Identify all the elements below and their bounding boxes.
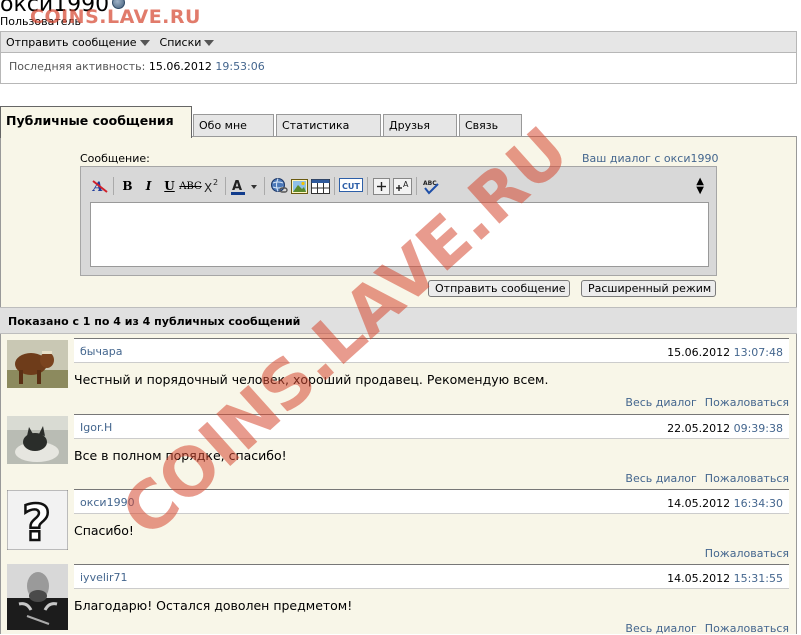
message-author-link[interactable]: Igor.H: [80, 421, 112, 434]
toolbar-separator: [225, 177, 226, 195]
toolbar-separator: [264, 177, 265, 195]
message-date: 14.05.2012: [667, 497, 731, 510]
message-header: бычара 15.06.2012 13:07:48: [74, 338, 789, 363]
report-link[interactable]: Пожаловаться: [705, 472, 789, 485]
submit-message-button[interactable]: Отправить сообщение: [428, 280, 570, 297]
strikethrough-icon[interactable]: ABC: [179, 176, 201, 197]
message-item: ? окси1990 14.05.2012 16:34:30 Спасибо! …: [0, 489, 797, 565]
cut-tag-icon[interactable]: CUT: [338, 176, 364, 197]
toolbar-separator: [416, 177, 417, 195]
online-status-icon: [112, 0, 126, 9]
message-header: окси1990 14.05.2012 16:34:30: [74, 489, 789, 514]
cat-avatar[interactable]: [7, 416, 68, 464]
message-header: Igor.H 22.05.2012 09:39:38: [74, 414, 789, 439]
dialog-link[interactable]: Ваш диалог с окси1990: [582, 152, 719, 165]
message-text: Спасибо!: [74, 523, 134, 538]
message-actions: Весь диалог Пожаловаться: [617, 622, 789, 635]
insert-table-icon[interactable]: [310, 176, 331, 197]
svg-text:2: 2: [213, 178, 218, 187]
message-date: 15.06.2012: [667, 346, 731, 359]
svg-text:A: A: [403, 180, 409, 189]
activity-box: Последняя активность: 15.06.2012 19:53:0…: [0, 53, 797, 84]
portrait-avatar[interactable]: [7, 564, 68, 630]
question-mark-avatar[interactable]: ?: [7, 490, 68, 550]
chevron-down-icon: [139, 39, 150, 46]
tab-friends[interactable]: Друзья: [383, 114, 457, 136]
message-textarea[interactable]: [90, 202, 709, 267]
message-item: бычара 15.06.2012 13:07:48 Честный и пор…: [0, 338, 797, 414]
message-item: Igor.H 22.05.2012 09:39:38 Все в полном …: [0, 414, 797, 490]
underline-icon[interactable]: U: [159, 176, 180, 197]
text-color-icon[interactable]: A: [229, 176, 261, 197]
message-date: 14.05.2012: [667, 572, 731, 585]
user-title: Пользователь: [0, 15, 82, 28]
profile-toolbar: Отправить сообщение Списки: [0, 31, 797, 53]
message-time: 09:39:38: [733, 422, 783, 435]
full-dialog-link[interactable]: Весь диалог: [625, 472, 696, 485]
message-actions: Весь диалог Пожаловаться: [617, 396, 789, 409]
bull-avatar[interactable]: [7, 340, 68, 388]
tab-public-messages[interactable]: Публичные сообщения: [0, 106, 192, 138]
message-header: iyvelir71 14.05.2012 15:31:55: [74, 564, 789, 589]
full-dialog-link[interactable]: Весь диалог: [625, 622, 696, 635]
message-time: 15:31:55: [733, 572, 783, 585]
message-author-link[interactable]: бычара: [80, 345, 122, 358]
message-label: Сообщение:: [80, 152, 150, 165]
report-link[interactable]: Пожаловаться: [705, 547, 789, 560]
svg-text:A: A: [232, 179, 242, 194]
insert-link-icon[interactable]: [268, 176, 289, 197]
editor-toolbar: A B I U ABC X2 A CUT A ABC: [89, 175, 441, 197]
message-time: 13:07:48: [733, 346, 783, 359]
send-message-label: Отправить сообщение: [6, 35, 137, 49]
send-message-menu[interactable]: Отправить сообщение: [6, 36, 150, 49]
message-item: iyvelir71 14.05.2012 15:31:55 Благодарю!…: [0, 564, 797, 635]
message-datetime: 15.06.2012 13:07:48: [667, 346, 783, 359]
tab-statistics[interactable]: Статистика: [276, 114, 381, 136]
message-editor: A B I U ABC X2 A CUT A ABC ▲ ▼: [80, 166, 717, 276]
last-activity-date: 15.06.2012: [148, 60, 212, 73]
messages-summary: Показано с 1 по 4 из 4 публичных сообщен…: [0, 307, 797, 334]
report-link[interactable]: Пожаловаться: [705, 396, 789, 409]
message-actions: Весь диалог Пожаловаться: [617, 472, 789, 485]
message-author-link[interactable]: окси1990: [80, 496, 135, 509]
message-datetime: 14.05.2012 16:34:30: [667, 497, 783, 510]
message-author-link[interactable]: iyvelir71: [80, 571, 127, 584]
remove-format-icon[interactable]: A: [89, 176, 110, 197]
svg-text:?: ?: [22, 494, 51, 550]
message-text: Все в полном порядке, спасибо!: [74, 448, 287, 463]
report-link[interactable]: Пожаловаться: [705, 622, 789, 635]
message-text: Честный и порядочный человек, хороший пр…: [74, 372, 549, 387]
full-dialog-link[interactable]: Весь диалог: [625, 396, 696, 409]
message-datetime: 14.05.2012 15:31:55: [667, 572, 783, 585]
insert-image-icon[interactable]: [289, 176, 310, 197]
bold-icon[interactable]: B: [117, 176, 138, 197]
svg-text:CUT: CUT: [342, 182, 360, 191]
message-text: Благодарю! Остался доволен предметом!: [74, 598, 353, 613]
lists-menu[interactable]: Списки: [160, 36, 215, 49]
message-time: 16:34:30: [733, 497, 783, 510]
italic-icon[interactable]: I: [138, 176, 159, 197]
message-actions: Пожаловаться: [697, 547, 789, 560]
tab-contact[interactable]: Связь: [459, 114, 522, 136]
lists-label: Списки: [159, 35, 202, 49]
toolbar-separator: [113, 177, 114, 195]
advanced-mode-button[interactable]: Расширенный режим: [581, 280, 716, 297]
toolbar-separator: [334, 177, 335, 195]
svg-text:X: X: [204, 181, 212, 194]
spellcheck-icon[interactable]: ABC: [420, 176, 441, 197]
profile-tabs: Публичные сообщения Обо мне Статистика Д…: [0, 106, 797, 138]
chevron-down-icon: [204, 39, 215, 46]
toolbar-separator: [367, 177, 368, 195]
message-datetime: 22.05.2012 09:39:38: [667, 422, 783, 435]
last-activity-time: 19:53:06: [215, 60, 265, 73]
resize-arrows-icon[interactable]: ▲ ▼: [696, 177, 704, 196]
message-date: 22.05.2012: [667, 422, 731, 435]
last-activity-label: Последняя активность:: [9, 60, 146, 73]
decrease-size-icon[interactable]: A: [392, 176, 413, 197]
increase-size-icon[interactable]: [371, 176, 392, 197]
tab-about[interactable]: Обо мне: [193, 114, 274, 136]
superscript-icon[interactable]: X2: [201, 176, 222, 197]
